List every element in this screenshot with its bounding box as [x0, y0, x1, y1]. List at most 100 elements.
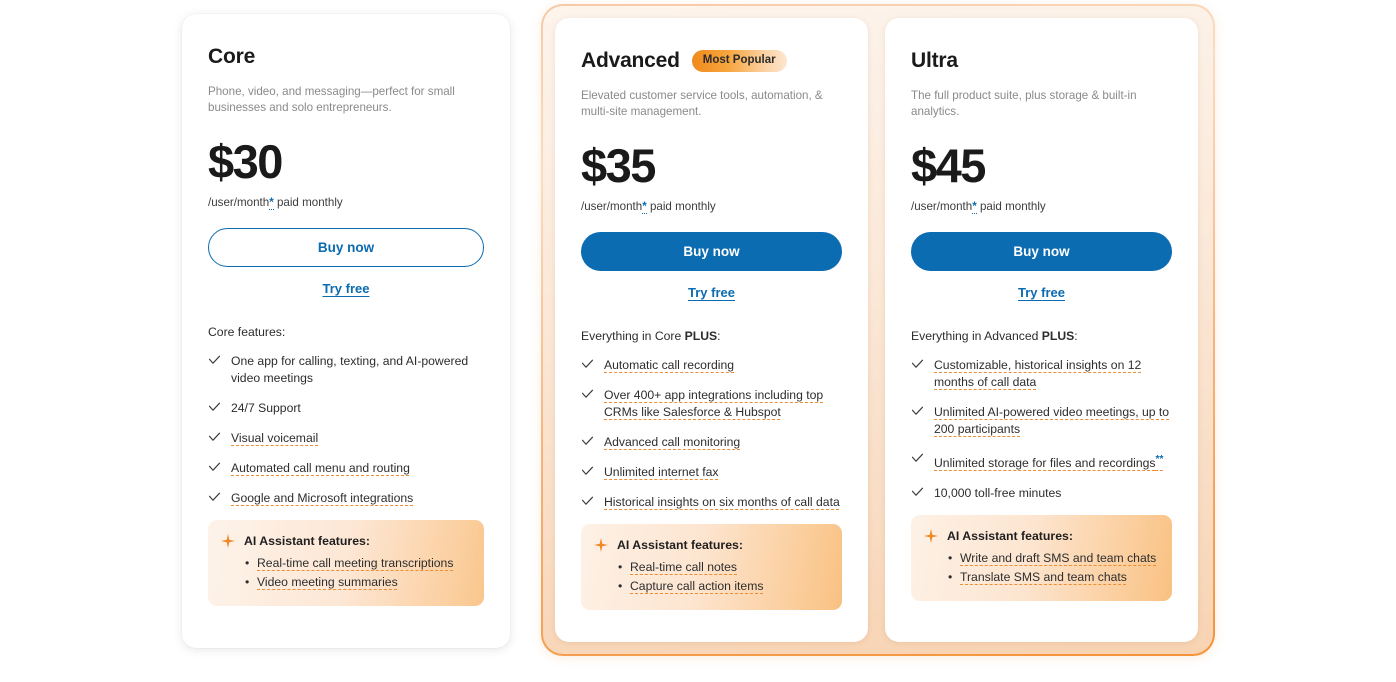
feature-label[interactable]: Historical insights on six months of cal…: [604, 494, 842, 511]
ai-assistant-title-core: AI Assistant features:: [244, 534, 370, 548]
plan-price-ultra: $45: [911, 139, 986, 192]
feature-list-ultra: Customizable, historical insights on 12 …: [911, 357, 1172, 502]
feature-item: Automated call menu and routing: [208, 460, 484, 477]
ai-feature-label: Video meeting summaries: [257, 575, 398, 589]
check-icon: [208, 401, 221, 417]
plan-price-note-advanced: /user/month* paid monthly: [581, 199, 842, 214]
ai-assistant-box-ultra: AI Assistant features: Write and draft S…: [911, 515, 1172, 602]
features-intro-text-advanced: Everything in Core: [581, 329, 685, 343]
feature-label[interactable]: Unlimited storage for files and recordin…: [934, 451, 1172, 472]
feature-label: One app for calling, texting, and AI-pow…: [231, 354, 469, 385]
feature-label[interactable]: Automatic call recording: [604, 357, 842, 374]
check-icon: [581, 435, 594, 451]
price-unit-ultra: /user/month: [911, 200, 973, 213]
buy-now-button-advanced[interactable]: Buy now: [581, 232, 842, 271]
feature-item: Advanced call monitoring: [581, 434, 842, 451]
ai-feature-item[interactable]: Real-time call meeting transcriptions: [244, 554, 470, 573]
check-icon: [911, 486, 924, 502]
plan-description-ultra: The full product suite, plus storage & b…: [911, 89, 1137, 118]
plan-card-advanced[interactable]: Advanced Most Popular Elevated customer …: [555, 18, 868, 642]
sparkle-icon: [594, 538, 608, 554]
feature-label[interactable]: Unlimited AI-powered video meetings, up …: [934, 404, 1172, 438]
check-icon: [208, 491, 221, 507]
sparkle-icon: [924, 529, 938, 545]
sparkle-icon: [221, 534, 235, 550]
ai-feature-label: Capture call action items: [630, 579, 764, 593]
feature-item: Unlimited internet fax: [581, 464, 842, 481]
plan-header-ultra: Ultra: [911, 48, 1172, 74]
most-popular-badge: Most Popular: [691, 50, 787, 72]
plan-price-note-core: /user/month* paid monthly: [208, 195, 484, 210]
feature-item: Customizable, historical insights on 12 …: [911, 357, 1172, 391]
check-icon: [208, 431, 221, 447]
ai-assistant-box-core: AI Assistant features: Real-time call me…: [208, 520, 484, 606]
feature-item: 10,000 toll-free minutes: [911, 485, 1172, 502]
features-intro-core: Core features:: [208, 324, 484, 340]
check-icon: [911, 452, 924, 468]
buy-now-button-ultra[interactable]: Buy now: [911, 232, 1172, 271]
try-free-link-advanced[interactable]: Try free: [581, 285, 842, 300]
feature-label[interactable]: Customizable, historical insights on 12 …: [934, 357, 1172, 391]
ai-assistant-box-advanced: AI Assistant features: Real-time call no…: [581, 524, 842, 610]
ai-feature-label: Write and draft SMS and team chats: [960, 551, 1157, 566]
plan-header-advanced: Advanced Most Popular: [581, 48, 842, 74]
feature-item: 24/7 Support: [208, 400, 484, 417]
feature-label[interactable]: Unlimited internet fax: [604, 464, 842, 481]
feature-list-advanced: Automatic call recording Over 400+ app in…: [581, 357, 842, 511]
feature-item: One app for calling, texting, and AI-pow…: [208, 353, 484, 387]
price-unit-advanced: /user/month: [581, 200, 643, 213]
plan-name-advanced: Advanced: [581, 49, 680, 72]
features-intro-advanced: Everything in Core PLUS:: [581, 328, 842, 344]
feature-item: Visual voicemail: [208, 430, 484, 447]
buy-now-button-core[interactable]: Buy now: [208, 228, 484, 267]
check-icon: [208, 354, 221, 370]
features-intro-text-core: Core features:: [208, 325, 286, 339]
ai-feature-label: Real-time call meeting transcriptions: [257, 556, 454, 570]
plan-description-core: Phone, video, and messaging—perfect for …: [208, 85, 455, 114]
features-intro-colon-advanced: :: [717, 329, 721, 343]
footnote-double-asterisk[interactable]: **: [1156, 454, 1164, 465]
ai-feature-item[interactable]: Translate SMS and team chats: [947, 568, 1158, 587]
plan-card-core[interactable]: Core Phone, video, and messaging—perfect…: [182, 14, 510, 648]
feature-list-core: One app for calling, texting, and AI-pow…: [208, 353, 484, 507]
billing-period-ultra: paid monthly: [976, 200, 1046, 213]
feature-label[interactable]: Advanced call monitoring: [604, 434, 842, 451]
plan-price-note-ultra: /user/month* paid monthly: [911, 199, 1172, 214]
feature-label: 10,000 toll-free minutes: [934, 486, 1062, 501]
feature-item: Google and Microsoft integrations: [208, 490, 484, 507]
ai-feature-label: Real-time call notes: [630, 560, 738, 574]
ai-feature-list-advanced: Real-time call notes Capture call action …: [617, 558, 828, 596]
check-icon: [581, 358, 594, 374]
feature-label: 24/7 Support: [231, 401, 301, 415]
features-intro-text-ultra: Everything in Advanced: [911, 329, 1042, 343]
try-free-link-ultra[interactable]: Try free: [911, 285, 1172, 300]
feature-item: Over 400+ app integrations including top…: [581, 387, 842, 421]
plan-name-ultra: Ultra: [911, 49, 958, 72]
feature-item: Unlimited storage for files and recordin…: [911, 451, 1172, 472]
plan-description-advanced: Elevated customer service tools, automat…: [581, 89, 823, 118]
feature-label[interactable]: Automated call menu and routing: [231, 460, 484, 477]
feature-item: Historical insights on six months of cal…: [581, 494, 842, 511]
plan-name-core: Core: [208, 45, 256, 68]
feature-label[interactable]: Visual voicemail: [231, 430, 484, 447]
ai-assistant-title-ultra: AI Assistant features:: [947, 529, 1073, 544]
plan-card-ultra[interactable]: Ultra The full product suite, plus stora…: [885, 18, 1198, 642]
ai-feature-item[interactable]: Write and draft SMS and team chats: [947, 549, 1158, 568]
features-intro-ultra: Everything in Advanced PLUS:: [911, 328, 1172, 344]
feature-label[interactable]: Google and Microsoft integrations: [231, 490, 484, 507]
ai-feature-item[interactable]: Real-time call notes: [617, 558, 828, 577]
features-intro-plus-ultra: PLUS: [1041, 329, 1075, 343]
check-icon: [581, 495, 594, 511]
billing-period-core: paid monthly: [273, 196, 343, 209]
try-free-link-core[interactable]: Try free: [208, 281, 484, 296]
billing-period-advanced: paid monthly: [646, 200, 716, 213]
feature-label[interactable]: Over 400+ app integrations including top…: [604, 387, 842, 421]
ai-assistant-title-advanced: AI Assistant features:: [617, 538, 743, 552]
check-icon: [581, 388, 594, 404]
ai-feature-item[interactable]: Video meeting summaries: [244, 573, 470, 592]
features-intro-plus-advanced: PLUS: [684, 329, 718, 343]
ai-feature-list-ultra: Write and draft SMS and team chats Transl…: [947, 549, 1158, 587]
price-unit-core: /user/month: [208, 196, 270, 209]
ai-feature-item[interactable]: Capture call action items: [617, 577, 828, 596]
check-icon: [911, 358, 924, 374]
